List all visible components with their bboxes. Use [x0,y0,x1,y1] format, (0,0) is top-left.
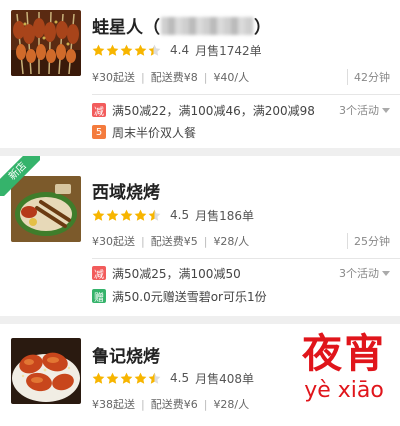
star-icon [148,372,161,384]
activities-count: 3个活动 [339,104,379,117]
rating-row: 4.5 月售408单 [92,370,254,386]
delivery-fee: 配送费¥6 [150,398,198,411]
store-thumbnail[interactable] [11,10,81,76]
activities-count: 3个活动 [339,267,379,280]
new-store-label: 新店 [0,156,40,196]
delivery-time: 25分钟 [347,233,390,249]
watermark-logo: 夜宵 yè xiāo [290,330,398,404]
divider [92,94,400,95]
star-rating [92,44,162,57]
rating-row: 4.4 月售1742单 [92,42,262,58]
promo-text: 满50.0元赠送雪碧or可乐1份 [112,289,267,304]
watermark-pinyin: yè xiāo [304,378,384,403]
star-icon [134,209,147,221]
rating-score: 4.4 [170,43,190,57]
star-icon [120,372,133,384]
star-icon [92,44,105,56]
store-name-suffix: ） [254,18,271,38]
store-name[interactable]: 西域烧烤 [92,178,160,203]
star-icon [106,372,119,384]
chevron-down-icon [382,270,390,276]
per-person-price: ¥28/人 [213,398,250,411]
gift-tag: 赠 [92,289,106,304]
star-icon [106,209,119,221]
star-rating [92,372,162,385]
min-order: ¥38起送 [92,398,135,411]
star-icon [92,209,105,221]
discount-tag: 减 [92,266,106,281]
monthly-sales: 月售186单 [195,208,254,223]
rating-score: 4.5 [170,208,190,222]
star-icon [120,209,133,221]
store-name-text: 蛙星人（ [92,18,160,38]
fee-row: ¥30起送 | 配送费¥5 | ¥28/人 25分钟 [92,233,390,249]
star-icon [134,372,147,384]
promo-text: 满50减22，满100减46，满200减98 [112,103,315,118]
monthly-sales: 月售408单 [195,371,254,386]
separator: | [141,70,145,84]
promo-text: 周末半价双人餐 [112,125,197,140]
separator: | [141,397,145,411]
star-icon [106,44,119,56]
separator: | [203,397,208,411]
min-order: ¥30起送 [92,71,135,84]
watermark-chinese: 夜宵 [302,331,386,377]
card-separator [0,148,400,156]
activities-toggle[interactable]: 3个活动 [339,265,390,281]
per-person-price: ¥28/人 [213,235,250,248]
star-icon [148,44,161,56]
separator: | [141,234,145,248]
separator: | [203,70,208,84]
delivery-fee: 配送费¥8 [150,71,198,84]
star-rating [92,209,162,222]
store-name[interactable]: 蛙星人（ ） [92,13,271,38]
fee-row: ¥30起送 | 配送费¥8 | ¥40/人 42分钟 [92,69,390,85]
promo-text: 满50减25，满100减50 [112,266,241,281]
per-person-price: ¥40/人 [213,71,250,84]
promo-row: 赠 满50.0元赠送雪碧or可乐1份 [92,287,390,305]
separator: | [203,234,208,248]
delivery-fee: 配送费¥5 [150,235,198,248]
store-thumbnail[interactable] [11,338,81,404]
chevron-down-icon [382,107,390,113]
card-separator [0,316,400,324]
rating-score: 4.5 [170,371,190,385]
store-card[interactable]: 蛙星人（ ） 4.4 月售1742单 ¥30起送 | 配送费¥8 | ¥40/人 … [0,0,400,148]
store-card[interactable]: 西域烧烤 4.5 月售186单 ¥30起送 | 配送费¥5 | ¥28/人 25… [0,156,400,316]
rating-row: 4.5 月售186单 [92,207,254,223]
promo-row: 减 满50减22，满100减46，满200减98 3个活动 [92,101,390,119]
redacted-branch-name [161,17,253,35]
new-store-badge: 新店 [0,156,40,196]
monthly-sales: 月售1742单 [195,43,262,58]
delivery-time: 42分钟 [347,69,390,85]
divider [92,258,400,259]
star-icon [134,44,147,56]
star-icon [120,44,133,56]
discount-tag: 减 [92,103,106,118]
chicken-wings-image [11,338,81,404]
min-order: ¥30起送 [92,235,135,248]
star-icon [92,372,105,384]
store-name[interactable]: 鲁记烧烤 [92,342,160,367]
promo-row: 减 满50减25，满100减50 3个活动 [92,264,390,282]
promo-row: 5 周末半价双人餐 [92,123,390,141]
star-icon [148,209,161,221]
activities-toggle[interactable]: 3个活动 [339,102,390,118]
special-tag: 5 [92,125,106,139]
skewer-food-image [11,10,81,76]
